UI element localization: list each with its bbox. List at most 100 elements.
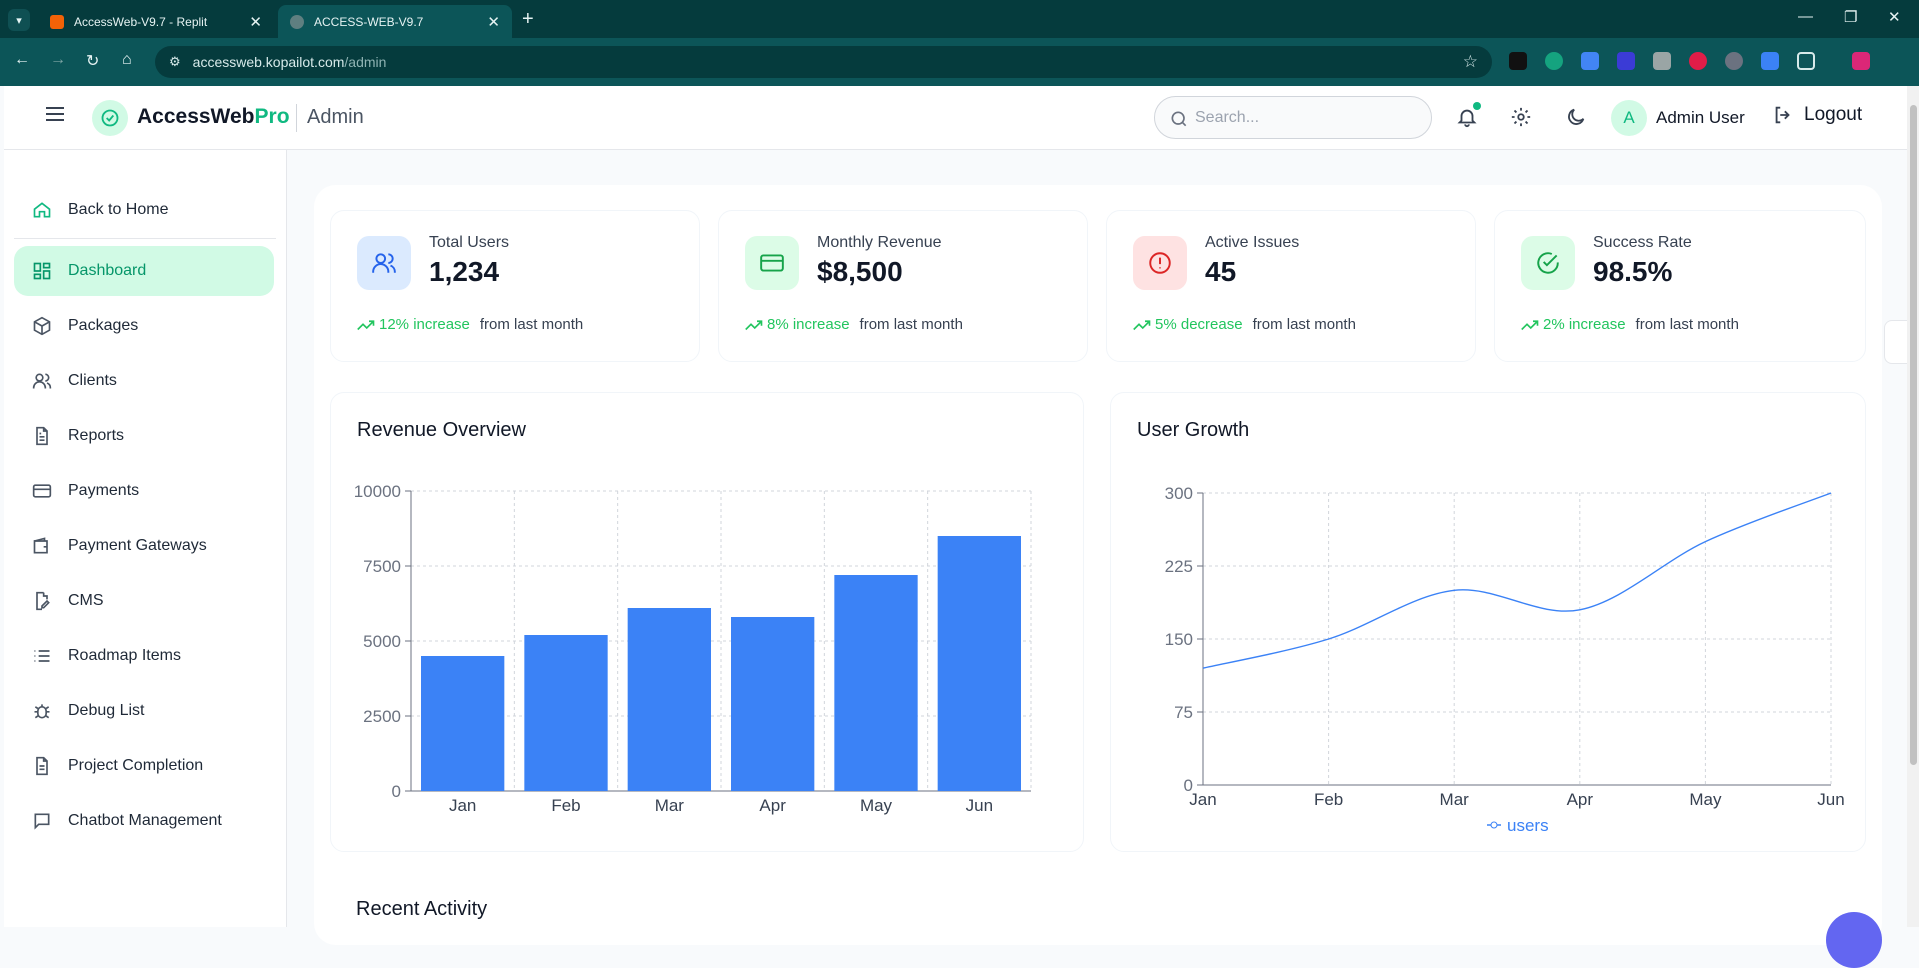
- puzzle-icon[interactable]: [1797, 52, 1815, 70]
- forward-icon[interactable]: →: [50, 51, 66, 69]
- sidebar-item-project-completion[interactable]: Project Completion: [14, 741, 274, 791]
- moon-icon[interactable]: [1565, 106, 1587, 133]
- stat-card-success-rate: Success Rate 98.5% 2% increase from last…: [1494, 210, 1866, 362]
- address-bar[interactable]: ⚙ accessweb.kopailot.com/admin ☆: [155, 46, 1492, 78]
- logout-button[interactable]: Logout: [1772, 104, 1862, 126]
- extension-icon[interactable]: [1761, 52, 1779, 70]
- package-icon: [33, 316, 51, 336]
- reload-icon[interactable]: ↻: [86, 51, 99, 71]
- extension-icon[interactable]: [1509, 52, 1527, 70]
- site-info-icon[interactable]: ⚙: [169, 54, 181, 70]
- stat-trend-value: 2% increase: [1543, 316, 1626, 333]
- y-tick-label: 0: [392, 782, 401, 801]
- trending-up-icon: [357, 319, 375, 330]
- sidebar-item-debug-list[interactable]: Debug List: [14, 686, 274, 736]
- browser-tab-accessweb[interactable]: ACCESS-WEB-V9.7 ✕: [278, 5, 512, 38]
- sidebar-item-payments[interactable]: Payments: [14, 466, 274, 516]
- y-tick-label: 7500: [363, 557, 401, 576]
- alert-circle-icon: [1133, 236, 1187, 290]
- sidebar-item-label: Project Completion: [68, 757, 204, 774]
- stat-trend: 5% decrease from last month: [1133, 316, 1356, 333]
- bar: [627, 608, 711, 791]
- menu-toggle-icon[interactable]: [46, 107, 64, 121]
- brand-name[interactable]: AccessWebPro: [137, 105, 290, 129]
- y-tick-label: 150: [1165, 630, 1193, 649]
- stat-trend-text: from last month: [479, 316, 584, 333]
- legend-marker-dot: [1490, 821, 1498, 829]
- url-path: /admin: [344, 54, 387, 70]
- search-box[interactable]: [1154, 96, 1432, 139]
- legend-label: users: [1507, 816, 1549, 835]
- sidebar-item-chatbot-management[interactable]: Chatbot Management: [14, 796, 274, 846]
- browser-tab-replit[interactable]: AccessWeb-V9.7 - Replit ✕: [38, 5, 274, 38]
- notification-dot: [1473, 102, 1481, 110]
- restore-icon[interactable]: ❐: [1844, 8, 1857, 26]
- side-panel-tab[interactable]: [1884, 320, 1908, 364]
- browser-tab-bar: ▾ AccessWeb-V9.7 - Replit ✕ ACCESS-WEB-V…: [0, 0, 1919, 38]
- x-tick-label: Apr: [759, 796, 786, 815]
- chat-fab-button[interactable]: [1826, 912, 1882, 968]
- sidebar-item-label: Debug List: [68, 702, 145, 719]
- back-icon[interactable]: ←: [14, 51, 30, 69]
- extension-icon[interactable]: [1545, 52, 1563, 70]
- grid-icon: [33, 262, 51, 280]
- x-tick-label: Jan: [449, 796, 476, 815]
- scrollbar-thumb[interactable]: [1910, 105, 1917, 765]
- window-close-icon[interactable]: ✕: [1888, 8, 1901, 26]
- stat-label: Success Rate: [1593, 234, 1692, 251]
- extension-icon[interactable]: [1581, 52, 1599, 70]
- sidebar-item-dashboard[interactable]: Dashboard: [14, 246, 274, 296]
- stat-label: Monthly Revenue: [817, 234, 942, 251]
- sidebar-item-clients[interactable]: Clients: [14, 356, 274, 406]
- stat-trend: 2% increase from last month: [1521, 316, 1739, 333]
- stat-trend-text: from last month: [1252, 316, 1356, 333]
- gear-icon[interactable]: [1510, 106, 1532, 133]
- bar: [937, 536, 1021, 791]
- x-tick-label: Apr: [1567, 790, 1594, 809]
- avatar[interactable]: A: [1611, 100, 1647, 136]
- user-name[interactable]: Admin User: [1656, 108, 1745, 128]
- new-tab-button[interactable]: +: [522, 8, 534, 31]
- y-tick-label: 2500: [363, 707, 401, 726]
- sidebar-item-label: Packages: [68, 317, 139, 334]
- credit-card-icon: [745, 236, 799, 290]
- bar: [731, 617, 815, 791]
- extension-icon[interactable]: [1689, 52, 1707, 70]
- bell-icon[interactable]: [1456, 106, 1478, 133]
- globe-icon: [290, 14, 304, 29]
- bar: [421, 656, 505, 791]
- file-check-icon: [36, 756, 48, 776]
- extension-icon[interactable]: [1617, 52, 1635, 70]
- trending-up-icon: [1521, 319, 1539, 330]
- stat-card-active-issues: Active Issues 45 5% decrease from last m…: [1106, 210, 1476, 362]
- close-icon[interactable]: ✕: [249, 13, 262, 31]
- extension-icon[interactable]: [1653, 52, 1671, 70]
- sidebar-item-cms[interactable]: CMS: [14, 576, 274, 626]
- x-tick-label: Feb: [551, 796, 580, 815]
- y-tick-label: 5000: [363, 632, 401, 651]
- home-browser-icon[interactable]: ⌂: [122, 51, 132, 69]
- stat-trend-value: 8% increase: [767, 316, 850, 333]
- section-title: Admin: [307, 106, 364, 128]
- extension-icon[interactable]: [1725, 52, 1743, 70]
- sidebar-item-payment-gateways[interactable]: Payment Gateways: [14, 521, 274, 571]
- stat-value: 1,234: [429, 256, 500, 287]
- minimize-icon[interactable]: —: [1798, 8, 1813, 25]
- sidebar-item-packages[interactable]: Packages: [14, 301, 274, 351]
- sidebar-item-back-to-home[interactable]: Back to Home: [14, 185, 274, 235]
- profile-icon[interactable]: [1852, 52, 1870, 70]
- x-tick-label: Mar: [655, 796, 685, 815]
- bookmark-star-icon[interactable]: ☆: [1463, 52, 1478, 72]
- sidebar-item-roadmap-items[interactable]: Roadmap Items: [14, 631, 274, 681]
- list-icon: [34, 650, 50, 662]
- x-tick-label: Feb: [1314, 790, 1343, 809]
- close-icon[interactable]: ✕: [487, 13, 500, 31]
- browser-nav-bar: ← → ↻ ⌂ ⚙ accessweb.kopailot.com/admin ☆: [0, 38, 1919, 86]
- replit-favicon-icon: [50, 14, 64, 29]
- sidebar-item-reports[interactable]: Reports: [14, 411, 274, 461]
- tab-search-button[interactable]: ▾: [8, 9, 30, 31]
- sidebar-item-label: Payment Gateways: [68, 537, 207, 554]
- x-tick-label: Jun: [1817, 790, 1844, 809]
- search-input[interactable]: [1195, 108, 1415, 127]
- x-tick-label: Jun: [966, 796, 993, 815]
